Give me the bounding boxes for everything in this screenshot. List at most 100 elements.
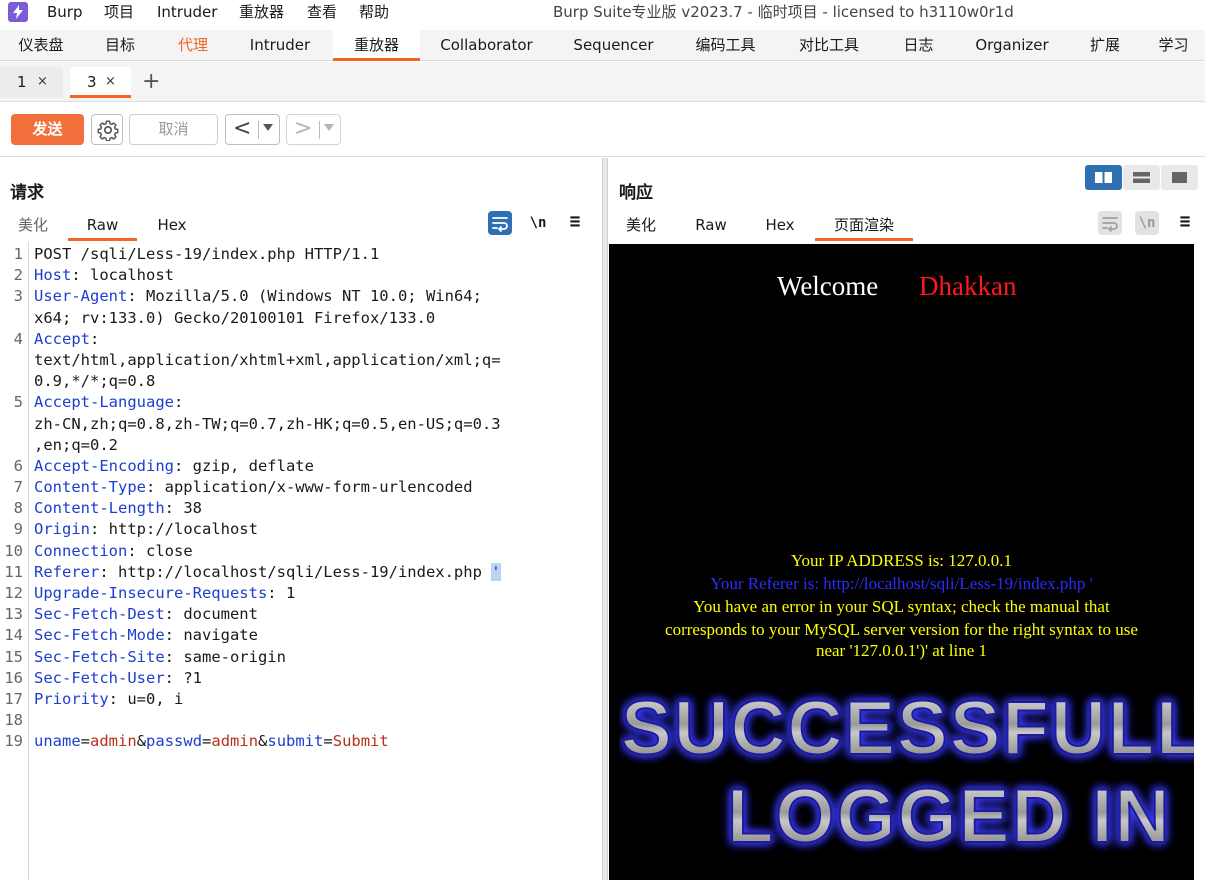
line-segment: : navigate (164, 626, 258, 645)
request-line: 19 uname=admin&passwd=admin&submit=Submit (0, 731, 601, 752)
layout-side-by-side-button[interactable] (1085, 165, 1122, 190)
line-segment: text/html,application/xhtml+xml,applicat… (34, 350, 501, 369)
line-segment: : gzip, deflate (173, 456, 314, 475)
response-tab-render[interactable]: 页面渲染 (815, 211, 913, 241)
line-segment: : localhost (71, 266, 174, 285)
request-tab-pretty[interactable]: 美化 (7, 211, 59, 241)
line-text: Sec-Fetch-Dest: document (34, 604, 258, 625)
line-segment: : 38 (164, 499, 202, 518)
tab-dashboard[interactable]: 仪表盘 (0, 30, 82, 61)
chevron-down-icon[interactable] (324, 124, 334, 131)
line-segment: : same-origin (164, 647, 286, 666)
history-back-button[interactable]: < (225, 114, 280, 145)
line-segment: : u=0, i (108, 689, 184, 708)
request-line: 18 (0, 710, 601, 731)
word-wrap-toggle-disabled[interactable] (1098, 211, 1122, 235)
line-text: Content-Length: 38 (34, 498, 202, 519)
layout-tabs-button[interactable] (1161, 165, 1198, 190)
repeater-tab-label: 1 (17, 73, 27, 91)
tab-target[interactable]: 目标 (82, 30, 158, 61)
header-name: Referer (34, 562, 100, 581)
settings-button[interactable] (91, 114, 123, 145)
show-newlines-toggle-disabled[interactable]: \n (1135, 211, 1159, 235)
repeater-tab-label: 3 (87, 73, 97, 91)
response-menu-icon[interactable]: ≡ (1173, 210, 1197, 234)
request-tab-hex[interactable]: Hex (144, 211, 200, 241)
request-line: 13 Sec-Fetch-Dest: document (0, 604, 601, 625)
request-text[interactable]: 1 POST /sqli/Less-19/index.php HTTP/1.1 2 H… (0, 242, 601, 753)
header-name: Accept-Encoding (34, 456, 174, 475)
word-wrap-toggle[interactable] (488, 211, 512, 235)
tab-repeater[interactable]: 重放器 (333, 30, 420, 61)
request-line: 4 Accept: (0, 329, 601, 350)
close-tab-icon[interactable]: × (37, 67, 48, 97)
line-segment: : (90, 329, 100, 348)
show-newlines-toggle[interactable]: \n (526, 211, 550, 235)
chevron-down-icon[interactable] (263, 124, 273, 131)
tab-organizer[interactable]: Organizer (956, 30, 1068, 61)
line-number: 2 (13, 266, 23, 285)
response-tab-pretty[interactable]: 美化 (615, 211, 667, 241)
request-menu-icon[interactable]: ≡ (563, 210, 587, 234)
tab-intruder[interactable]: Intruder (228, 30, 332, 61)
divider (258, 121, 259, 139)
line-number: 1 (13, 245, 23, 263)
menu-help[interactable]: 帮助 (359, 2, 389, 22)
tab-learn[interactable]: 学习 (1142, 30, 1205, 61)
tab-proxy[interactable]: 代理 (158, 30, 228, 61)
menu-intruder[interactable]: Intruder (157, 2, 217, 22)
single-pane-icon (1172, 172, 1187, 183)
repeater-toolbar: 发送 取消 < > (0, 103, 1205, 157)
tab-comparer[interactable]: 对比工具 (777, 30, 881, 61)
pane-splitter[interactable] (602, 158, 608, 880)
response-render-view[interactable]: Welcome Dhakkan Your IP ADDRESS is: 127.… (609, 244, 1194, 880)
sql-error-line: You have an error in your SQL syntax; ch… (693, 597, 1110, 616)
menu-burp[interactable]: Burp (47, 2, 83, 22)
image-text-logged-in: LOGGED IN (727, 774, 1171, 859)
line-segment: : close (127, 541, 193, 560)
line-number: 7 (13, 478, 23, 497)
repeater-tab-3[interactable]: 3 × (70, 67, 131, 98)
layout-toggle-group (1085, 165, 1198, 190)
request-editor[interactable]: 1 POST /sqli/Less-19/index.php HTTP/1.1 2 H… (0, 242, 601, 880)
request-line: 11 Referer: http://localhost/sqli/Less-19… (0, 562, 601, 583)
line-text: Accept-Encoding: gzip, deflate (34, 456, 314, 477)
menu-view[interactable]: 查看 (307, 2, 337, 22)
sql-error-line: corresponds to your MySQL server version… (665, 620, 1138, 639)
history-forward-button[interactable]: > (286, 114, 341, 145)
repeater-tab-1[interactable]: 1 × (0, 67, 63, 98)
word-wrap-icon (492, 217, 508, 232)
line-segment: ,en;q=0.2 (34, 435, 118, 454)
image-text-successfully: SUCCESSFULLY (621, 686, 1194, 771)
response-tab-hex[interactable]: Hex (753, 211, 807, 241)
cancel-button[interactable]: 取消 (129, 114, 218, 145)
line-text: Accept: (34, 329, 99, 350)
menu-project[interactable]: 项目 (104, 2, 134, 22)
param-value: admin (90, 732, 137, 751)
tab-extensions[interactable]: 扩展 (1068, 30, 1142, 61)
menu-repeater[interactable]: 重放器 (239, 2, 284, 22)
request-line: 0.9,*/*;q=0.8 (0, 371, 601, 392)
line-text: User-Agent: Mozilla/5.0 (Windows NT 10.0… (34, 286, 482, 307)
tab-decoder[interactable]: 编码工具 (674, 30, 777, 61)
line-segment: = (323, 732, 333, 751)
close-tab-icon[interactable]: × (105, 67, 116, 97)
columns-icon (1095, 172, 1112, 183)
tab-sequencer[interactable]: Sequencer (553, 30, 674, 61)
line-number: 10 (4, 541, 23, 560)
request-line: 8 Content-Length: 38 (0, 498, 601, 519)
line-segment: : Mozilla/5.0 (Windows NT 10.0; Win64; (127, 287, 482, 306)
layout-stacked-button[interactable] (1123, 165, 1160, 190)
response-tab-raw[interactable]: Raw (684, 211, 738, 241)
line-number: 3 (13, 287, 23, 306)
line-number: 12 (4, 584, 23, 602)
add-tab-icon[interactable]: + (142, 70, 160, 94)
request-tab-raw[interactable]: Raw (68, 211, 137, 241)
request-line: 9 Origin: http://localhost (0, 519, 601, 540)
send-button[interactable]: 发送 (11, 114, 84, 145)
tab-logger[interactable]: 日志 (881, 30, 956, 61)
header-name: Content-Length (34, 499, 165, 518)
line-segment: POST /sqli/Less-19/index.php HTTP/1.1 (34, 245, 380, 263)
tab-collaborator[interactable]: Collaborator (420, 30, 553, 61)
ip-address-line: Your IP ADDRESS is: 127.0.0.1 (790, 551, 1013, 570)
